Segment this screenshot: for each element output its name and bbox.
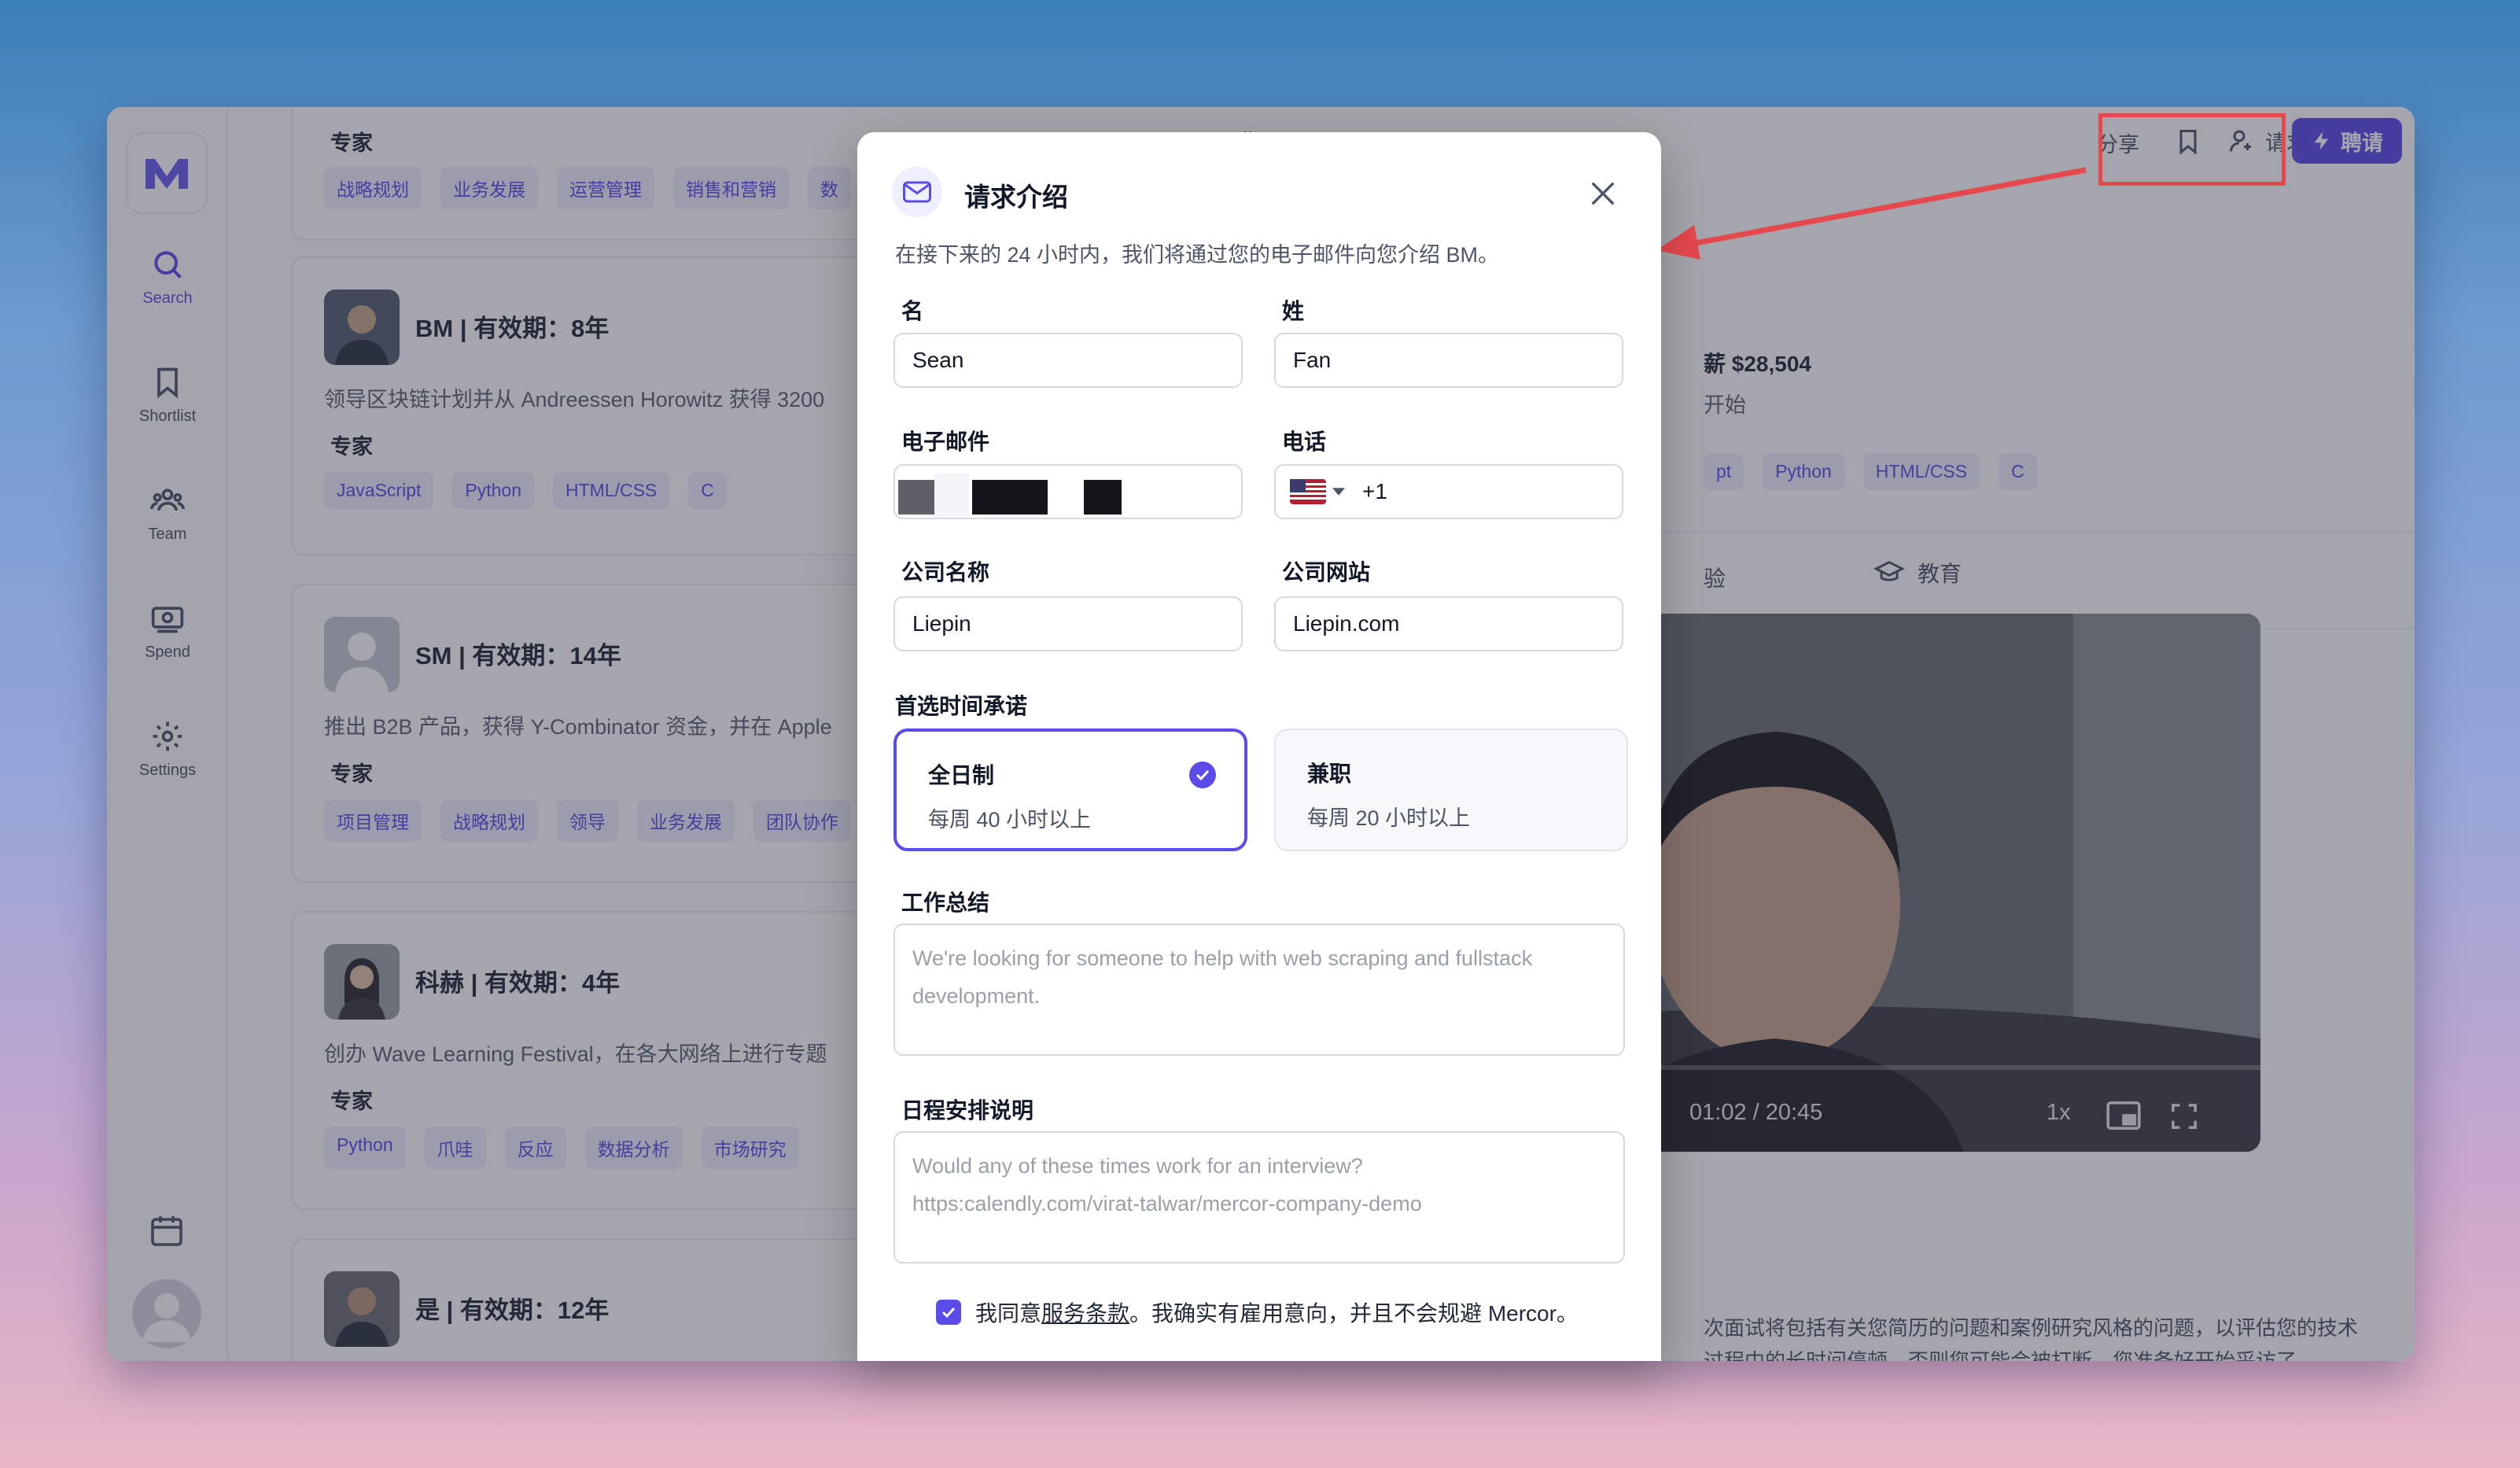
first-name-input[interactable]: Sean [893,333,1243,388]
schedule-line: Would any of these times work for an int… [912,1154,1363,1178]
part-time-title: 兼职 [1307,762,1352,786]
phone-code: +1 [1362,479,1387,503]
first-name-label: 名 [901,299,924,323]
part-time-option[interactable]: 兼职 每周 20 小时以上 [1274,728,1628,851]
mail-icon [903,181,931,203]
website-label: 公司网站 [1282,560,1371,585]
website-input[interactable]: Liepin.com [1274,596,1623,651]
first-name-value: Sean [912,348,964,372]
email-label: 电子邮件 [901,430,990,454]
modal-subtitle: 在接下来的 24 小时内，我们将通过您的电子邮件向您介绍 BM。 [895,243,1500,267]
highlight-box [2098,113,2286,186]
close-icon[interactable] [1587,178,1619,209]
checkmark-icon [941,1307,956,1318]
summary-label: 工作总结 [901,891,990,915]
annotation-arrow [1656,167,2087,260]
company-value: Liepin [912,611,971,636]
email-field[interactable] [893,464,1243,519]
agree-text: 我同意服务条款。我确实有雇用意向，并且不会规避 Mercor。 [975,1296,1579,1328]
check-circle-icon [1189,762,1216,788]
full-time-subtitle: 每周 40 小时以上 [928,808,1092,832]
company-label: 公司名称 [901,560,990,585]
agree-post: 。我确实有雇用意向，并且不会规避 Mercor。 [1129,1301,1579,1326]
redaction [934,474,969,518]
redaction [1084,480,1122,515]
schedule-line: https:calendly.com/virat-talwar/mercor-c… [912,1192,1422,1215]
phone-label: 电话 [1282,430,1327,454]
schedule-label: 日程安排说明 [901,1098,1034,1123]
request-intro-modal: 请求介绍 在接下来的 24 小时内，我们将通过您的电子邮件向您介绍 BM。 名 … [857,132,1661,1361]
summary-textarea[interactable]: We're looking for someone to help with w… [893,924,1625,1056]
last-name-input[interactable]: Fan [1274,333,1623,388]
website-value: Liepin.com [1293,611,1400,636]
schedule-textarea[interactable]: Would any of these times work for an int… [893,1131,1625,1263]
agree-pre: 我同意 [975,1301,1042,1326]
chevron-down-icon[interactable] [1332,488,1345,496]
terms-link[interactable]: 服务条款 [1041,1301,1129,1326]
mail-icon-wrap [892,167,942,217]
summary-placeholder: We're looking for someone to help with w… [912,946,1533,1008]
last-name-value: Fan [1293,348,1332,372]
us-flag-icon [1290,479,1326,504]
phone-input[interactable]: +1 [1274,464,1623,519]
full-time-title: 全日制 [928,763,995,787]
full-time-option[interactable]: 全日制 每周 40 小时以上 [893,728,1247,851]
redaction [898,480,934,515]
modal-title: 请求介绍 [964,183,1068,212]
commitment-label: 首选时间承诺 [895,694,1028,718]
company-input[interactable]: Liepin [893,596,1243,651]
last-name-label: 姓 [1282,299,1305,323]
redaction [1170,466,1241,470]
part-time-subtitle: 每周 20 小时以上 [1307,806,1471,830]
redaction [972,480,1048,515]
agree-checkbox[interactable] [936,1300,961,1325]
